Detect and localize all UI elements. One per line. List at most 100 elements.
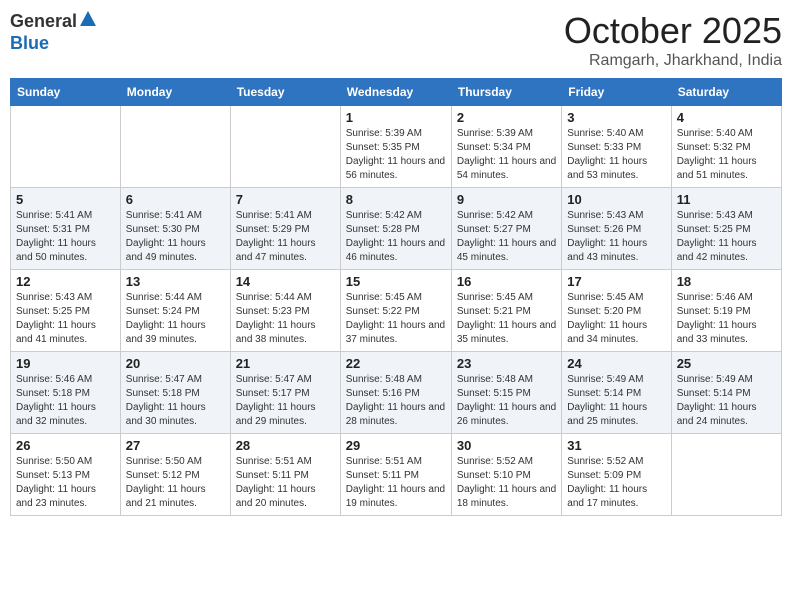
calendar-cell: 29 Sunrise: 5:51 AM Sunset: 5:11 PM Dayli… [340,434,451,516]
cell-info: Sunrise: 5:42 AM Sunset: 5:27 PM Dayligh… [457,209,556,265]
calendar-cell: 24Sunrise: 5:49 AM Sunset: 5:14 PM Dayli… [562,352,671,434]
cell-info: Sunrise: 5:49 AM Sunset: 5:14 PM Dayligh… [677,373,776,429]
day-number: 22 [346,356,446,371]
cell-info: Sunrise: 5:44 AM Sunset: 5:23 PM Dayligh… [236,291,335,347]
cell-info: Sunrise: 5:52 AM Sunset: 5:09 PM Dayligh… [567,455,665,511]
title-area: October 2025 Ramgarh, Jharkhand, India [564,10,782,70]
weekday-header-sunday: Sunday [11,79,121,106]
day-number: 11 [677,192,776,207]
cell-info: Sunrise: 5:42 AM Sunset: 5:28 PM Dayligh… [346,209,446,265]
day-number: 15 [346,274,446,289]
cell-info: Sunrise: 5:46 AM Sunset: 5:19 PM Dayligh… [677,291,776,347]
day-number: 16 [457,274,556,289]
cell-info: Sunrise: 5:44 AM Sunset: 5:24 PM Dayligh… [126,291,225,347]
calendar-cell: 17Sunrise: 5:45 AM Sunset: 5:20 PM Dayli… [562,270,671,352]
day-number: 30 [457,438,556,453]
calendar-cell: 1Sunrise: 5:39 AM Sunset: 5:35 PM Daylig… [340,106,451,188]
calendar-cell: 13 Sunrise: 5:44 AM Sunset: 5:24 PM Dayli… [120,270,230,352]
cell-info: Sunrise: 5:48 AM Sunset: 5:16 PM Dayligh… [346,373,446,429]
calendar-cell: 19 Sunrise: 5:46 AM Sunset: 5:18 PM Dayli… [11,352,121,434]
calendar-cell: 20Sunrise: 5:47 AM Sunset: 5:18 PM Dayli… [120,352,230,434]
cell-info: Sunrise: 5:50 AM Sunset: 5:12 PM Dayligh… [126,455,225,511]
day-number: 14 [236,274,335,289]
calendar-cell: 5 Sunrise: 5:41 AM Sunset: 5:31 PM Daylig… [11,188,121,270]
day-number: 12 [16,274,115,289]
calendar-cell: 11 Sunrise: 5:43 AM Sunset: 5:25 PM Dayli… [671,188,781,270]
calendar-cell: 15 Sunrise: 5:45 AM Sunset: 5:22 PM Dayli… [340,270,451,352]
day-number: 21 [236,356,335,371]
day-number: 13 [126,274,225,289]
calendar-cell: 14 Sunrise: 5:44 AM Sunset: 5:23 PM Dayli… [230,270,340,352]
logo-triangle-icon [79,10,97,28]
day-number: 26 [16,438,115,453]
day-number: 25 [677,356,776,371]
cell-info: Sunrise: 5:40 AM Sunset: 5:33 PM Dayligh… [567,127,665,183]
calendar-cell: 2 Sunrise: 5:39 AM Sunset: 5:34 PM Daylig… [451,106,561,188]
calendar-cell: 31 Sunrise: 5:52 AM Sunset: 5:09 PM Dayli… [562,434,671,516]
calendar-cell: 8 Sunrise: 5:42 AM Sunset: 5:28 PM Daylig… [340,188,451,270]
cell-info: Sunrise: 5:51 AM Sunset: 5:11 PM Dayligh… [346,455,446,511]
day-number: 5 [16,192,115,207]
day-number: 9 [457,192,556,207]
calendar-cell: 3 Sunrise: 5:40 AM Sunset: 5:33 PM Daylig… [562,106,671,188]
cell-info: Sunrise: 5:39 AM Sunset: 5:34 PM Dayligh… [457,127,556,183]
day-number: 18 [677,274,776,289]
weekday-header-friday: Friday [562,79,671,106]
cell-info: Sunrise: 5:48 AM Sunset: 5:15 PM Dayligh… [457,373,556,429]
calendar-cell: 22 Sunrise: 5:48 AM Sunset: 5:16 PM Dayli… [340,352,451,434]
weekday-header-wednesday: Wednesday [340,79,451,106]
calendar-cell: 12 Sunrise: 5:43 AM Sunset: 5:25 PM Dayli… [11,270,121,352]
cell-info: Sunrise: 5:49 AM Sunset: 5:14 PM Dayligh… [567,373,665,429]
day-number: 20 [126,356,225,371]
cell-info: Sunrise: 5:47 AM Sunset: 5:17 PM Dayligh… [236,373,335,429]
calendar-cell: 16 Sunrise: 5:45 AM Sunset: 5:21 PM Dayli… [451,270,561,352]
cell-info: Sunrise: 5:41 AM Sunset: 5:30 PM Dayligh… [126,209,225,265]
day-number: 3 [567,110,665,125]
logo-general-text: General [10,11,77,32]
day-number: 8 [346,192,446,207]
calendar-cell: 30 Sunrise: 5:52 AM Sunset: 5:10 PM Dayli… [451,434,561,516]
cell-info: Sunrise: 5:45 AM Sunset: 5:21 PM Dayligh… [457,291,556,347]
day-number: 7 [236,192,335,207]
calendar-cell [230,106,340,188]
weekday-header-saturday: Saturday [671,79,781,106]
day-number: 6 [126,192,225,207]
cell-info: Sunrise: 5:46 AM Sunset: 5:18 PM Dayligh… [16,373,115,429]
calendar-cell: 18 Sunrise: 5:46 AM Sunset: 5:19 PM Dayli… [671,270,781,352]
cell-info: Sunrise: 5:40 AM Sunset: 5:32 PM Dayligh… [677,127,776,183]
cell-info: Sunrise: 5:41 AM Sunset: 5:31 PM Dayligh… [16,209,115,265]
day-number: 27 [126,438,225,453]
day-number: 10 [567,192,665,207]
cell-info: Sunrise: 5:45 AM Sunset: 5:20 PM Dayligh… [567,291,665,347]
weekday-header-thursday: Thursday [451,79,561,106]
calendar-table: SundayMondayTuesdayWednesdayThursdayFrid… [10,78,782,516]
day-number: 4 [677,110,776,125]
weekday-header-monday: Monday [120,79,230,106]
calendar-cell: 28Sunrise: 5:51 AM Sunset: 5:11 PM Dayli… [230,434,340,516]
calendar-cell: 4 Sunrise: 5:40 AM Sunset: 5:32 PM Daylig… [671,106,781,188]
calendar-cell: 9 Sunrise: 5:42 AM Sunset: 5:27 PM Daylig… [451,188,561,270]
calendar-cell: 25 Sunrise: 5:49 AM Sunset: 5:14 PM Dayli… [671,352,781,434]
calendar-cell: 6 Sunrise: 5:41 AM Sunset: 5:30 PM Daylig… [120,188,230,270]
cell-info: Sunrise: 5:52 AM Sunset: 5:10 PM Dayligh… [457,455,556,511]
calendar-header: SundayMondayTuesdayWednesdayThursdayFrid… [11,79,782,106]
month-title: October 2025 [564,10,782,52]
location-title: Ramgarh, Jharkhand, India [564,52,782,70]
logo-blue-text: Blue [10,33,49,53]
cell-info: Sunrise: 5:43 AM Sunset: 5:25 PM Dayligh… [16,291,115,347]
day-number: 23 [457,356,556,371]
cell-info: Sunrise: 5:43 AM Sunset: 5:25 PM Dayligh… [677,209,776,265]
cell-info: Sunrise: 5:43 AM Sunset: 5:26 PM Dayligh… [567,209,665,265]
day-number: 31 [567,438,665,453]
weekday-header-tuesday: Tuesday [230,79,340,106]
calendar-cell: 26Sunrise: 5:50 AM Sunset: 5:13 PM Dayli… [11,434,121,516]
calendar-cell: 21 Sunrise: 5:47 AM Sunset: 5:17 PM Dayli… [230,352,340,434]
page-header: General Blue October 2025 Ramgarh, Jhark… [10,10,782,70]
cell-info: Sunrise: 5:41 AM Sunset: 5:29 PM Dayligh… [236,209,335,265]
cell-info: Sunrise: 5:39 AM Sunset: 5:35 PM Dayligh… [346,127,446,183]
day-number: 19 [16,356,115,371]
cell-info: Sunrise: 5:45 AM Sunset: 5:22 PM Dayligh… [346,291,446,347]
calendar-cell: 7 Sunrise: 5:41 AM Sunset: 5:29 PM Daylig… [230,188,340,270]
day-number: 2 [457,110,556,125]
day-number: 29 [346,438,446,453]
